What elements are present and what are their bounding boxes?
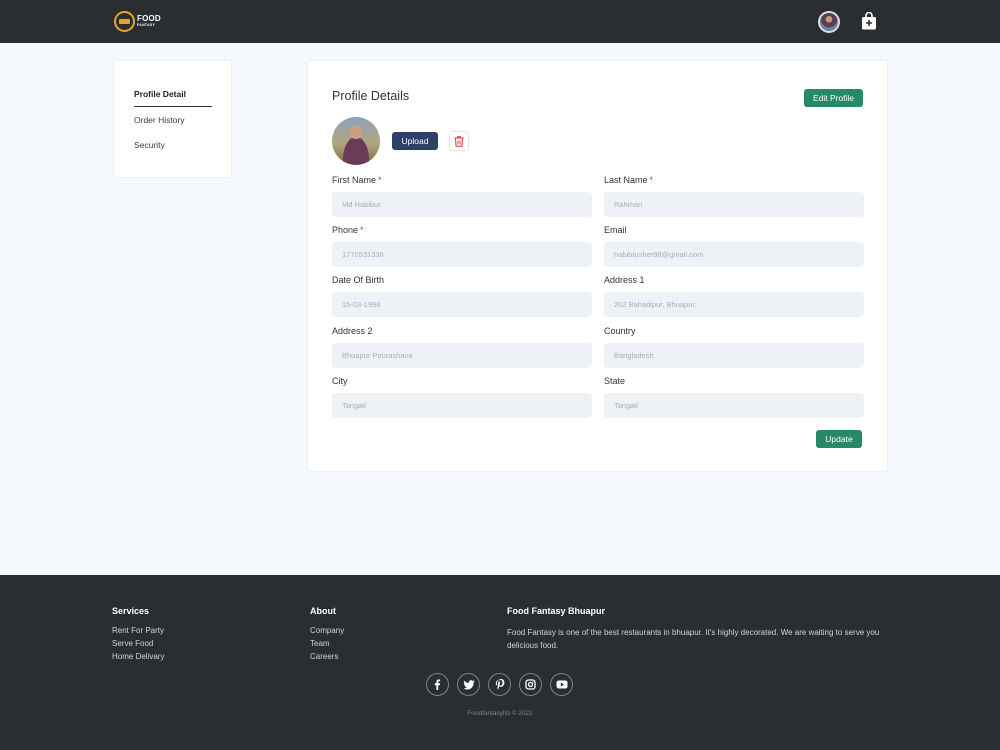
footer-services-heading: Services	[112, 606, 150, 616]
footer-about-heading: About	[310, 606, 336, 616]
profile-photo	[332, 117, 380, 165]
first-name-field[interactable]	[332, 192, 592, 217]
sidebar-item-order-history[interactable]: Order History	[134, 115, 185, 125]
last-name-label: Last Name *	[604, 175, 654, 185]
footer-link-serve-food[interactable]: Serve Food	[112, 639, 153, 648]
edit-profile-button[interactable]: Edit Profile	[804, 89, 863, 107]
date-of-birth-field[interactable]	[332, 292, 592, 317]
user-avatar[interactable]	[818, 11, 840, 33]
address-1-label: Address 1	[604, 275, 645, 285]
logo-text-fantasy: FANTASY	[137, 23, 156, 28]
footer-brand-description: Food Fantasy is one of the best restaura…	[507, 628, 880, 650]
phone-field[interactable]	[332, 242, 592, 267]
footer-link-team[interactable]: Team	[310, 639, 330, 648]
update-button[interactable]: Update	[816, 430, 862, 448]
youtube-icon[interactable]	[550, 673, 573, 696]
instagram-icon[interactable]	[519, 673, 542, 696]
address-1-field[interactable]	[604, 292, 864, 317]
page-title: Profile Details	[332, 89, 410, 103]
address-2-field[interactable]	[332, 343, 592, 368]
city-label: City	[332, 376, 348, 386]
last-name-field[interactable]	[604, 192, 864, 217]
date-of-birth-label: Date Of Birth	[332, 275, 385, 285]
state-field[interactable]	[604, 393, 864, 418]
facebook-icon[interactable]	[426, 673, 449, 696]
shopping-bag-icon[interactable]	[861, 12, 877, 30]
copyright-text: Foodfantasyltd © 2021	[467, 710, 533, 717]
first-name-label: First Name *	[332, 175, 382, 185]
city-field[interactable]	[332, 393, 592, 418]
site-footer: Services Rent For Party Serve Food Home …	[0, 575, 1000, 750]
footer-brand-heading: Food Fantasy Bhuapur	[507, 606, 606, 616]
top-navbar: FOOD FANTASY	[0, 0, 1000, 43]
address-2-label: Address 2	[332, 326, 373, 336]
email-field[interactable]	[604, 242, 864, 267]
state-label: State	[604, 376, 626, 386]
email-label: Email	[604, 225, 627, 235]
brand-logo[interactable]: FOOD FANTASY	[114, 11, 161, 32]
profile-details-card: Profile Details Edit Profile Upload Firs…	[307, 60, 888, 472]
phone-label: Phone *	[332, 225, 364, 235]
delete-photo-button[interactable]	[449, 131, 469, 151]
pinterest-icon[interactable]	[488, 673, 511, 696]
footer-link-careers[interactable]: Careers	[310, 652, 338, 661]
country-field[interactable]	[604, 343, 864, 368]
sidebar-item-profile-detail[interactable]: Profile Detail	[134, 89, 186, 99]
active-tab-underline	[134, 106, 212, 107]
profile-sidebar: Profile Detail Order History Security	[113, 60, 232, 178]
sidebar-item-security[interactable]: Security	[134, 140, 165, 150]
trash-icon	[454, 135, 464, 147]
upload-button[interactable]: Upload	[392, 132, 438, 150]
twitter-icon[interactable]	[457, 673, 480, 696]
country-label: Country	[604, 326, 636, 336]
footer-link-rent-for-party[interactable]: Rent For Party	[112, 626, 164, 635]
logo-badge-icon	[114, 11, 135, 32]
footer-link-company[interactable]: Company	[310, 626, 344, 635]
footer-link-home-delivery[interactable]: Home Delivary	[112, 652, 164, 661]
logo-text-food: FOOD	[137, 14, 161, 24]
